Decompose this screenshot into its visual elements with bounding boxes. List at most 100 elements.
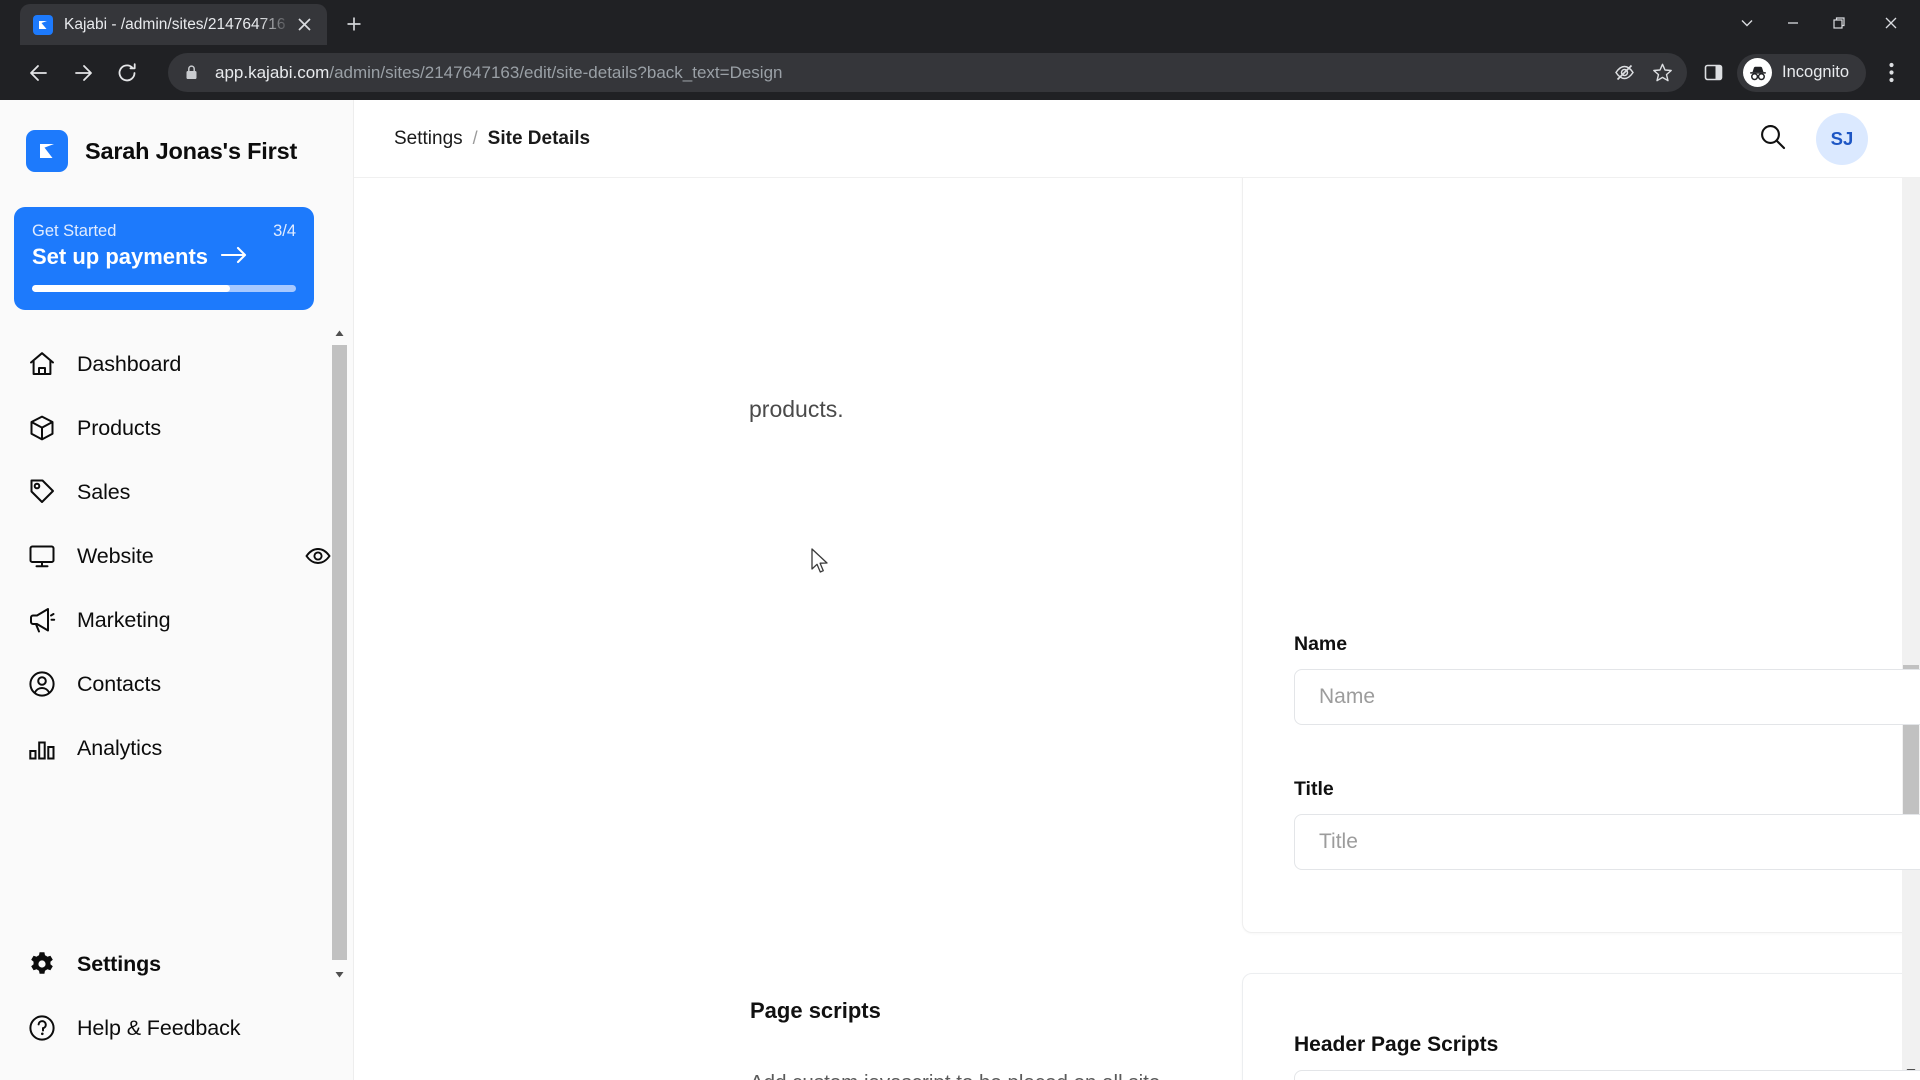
gear-icon: [27, 950, 56, 979]
maximize-icon[interactable]: [1816, 0, 1862, 45]
back-arrow-icon[interactable]: [18, 52, 60, 94]
get-started-card[interactable]: Get Started 3/4 Set up payments: [14, 207, 314, 310]
close-icon[interactable]: [291, 12, 317, 38]
sidebar-item-label: Analytics: [77, 735, 163, 760]
progress-bar-fill: [32, 285, 230, 292]
scroll-down-arrow-icon[interactable]: [331, 966, 348, 983]
box-icon: [27, 414, 56, 443]
sidebar-item-marketing[interactable]: Marketing: [0, 588, 353, 652]
name-input[interactable]: Name: [1294, 669, 1920, 725]
header-page-scripts-textarea[interactable]: Page Scripts Header: [1294, 1070, 1920, 1080]
kajabi-logo-icon: [26, 130, 68, 172]
sidebar-scrollbar[interactable]: [331, 325, 348, 983]
browser-toolbar: app.kajabi.com/admin/sites/2147647163/ed…: [0, 45, 1920, 100]
header-page-scripts-label: Header Page Scripts: [1294, 1033, 1499, 1056]
sidebar-item-help-feedback[interactable]: Help & Feedback: [0, 996, 354, 1060]
tab-title: Kajabi - /admin/sites/214764716: [64, 15, 286, 33]
bar-chart-icon: [27, 734, 56, 763]
content-topbar: Settings / Site Details SJ: [354, 100, 1920, 178]
name-field-group: Name Name: [1294, 633, 1920, 725]
title-field-label: Title: [1294, 778, 1334, 800]
incognito-icon: [1743, 58, 1773, 87]
sidebar-item-dashboard[interactable]: Dashboard: [0, 332, 353, 396]
minimize-icon[interactable]: [1770, 0, 1816, 45]
megaphone-icon: [27, 606, 56, 635]
incognito-badge[interactable]: Incognito: [1737, 53, 1866, 92]
window-controls: [1724, 0, 1920, 45]
scroll-up-arrow-icon[interactable]: [331, 325, 348, 342]
arrow-right-icon: [220, 244, 247, 270]
get-started-count: 3/4: [273, 222, 296, 240]
page-scripts-paragraph-1: Add custom javascript to be placed on al…: [750, 1066, 1190, 1080]
sidebar-item-label: Contacts: [77, 671, 162, 696]
page-scripts-heading: Page scripts: [750, 998, 881, 1023]
page-viewport: Sarah Jonas's First Get Started 3/4 Set …: [0, 100, 1920, 1080]
page-scripts-description: Page scripts Add custom javascript to be…: [750, 998, 1190, 1080]
question-circle-icon: [27, 1014, 56, 1043]
header-page-scripts-group: Header Page Scripts Page Scripts Header …: [1294, 1033, 1920, 1080]
get-started-title: Get Started: [32, 222, 117, 240]
person-circle-icon: [27, 670, 56, 699]
sidebar-item-analytics[interactable]: Analytics: [0, 716, 353, 780]
url-domain: app.kajabi.com: [215, 62, 330, 82]
tab-strip: Kajabi - /admin/sites/214764716: [0, 0, 1920, 45]
tab-search-icon[interactable]: [1724, 0, 1770, 45]
title-field-group: Title Title: [1294, 778, 1920, 870]
monitor-icon: [27, 542, 56, 571]
sidebar-item-label: Help & Feedback: [77, 1015, 241, 1040]
sidebar-item-label: Dashboard: [77, 351, 182, 376]
sidebar-item-label: Settings: [77, 951, 162, 976]
reload-icon[interactable]: [106, 52, 148, 94]
main-content: Settings / Site Details SJ products. Nam…: [354, 100, 1920, 1080]
sidebar-item-contacts[interactable]: Contacts: [0, 652, 353, 716]
sidebar-item-label: Marketing: [77, 607, 171, 632]
sidebar-item-label: Website: [77, 543, 154, 568]
name-field-label: Name: [1294, 633, 1348, 655]
address-bar[interactable]: app.kajabi.com/admin/sites/2147647163/ed…: [168, 53, 1688, 92]
lock-icon[interactable]: [184, 64, 199, 81]
settings-scroll-area: products. Choose an instructor image Rec…: [354, 118, 1920, 1080]
get-started-header: Get Started 3/4: [32, 222, 296, 241]
topbar-actions: SJ: [1759, 112, 1868, 165]
sidebar-item-website[interactable]: Website: [0, 524, 353, 588]
progress-bar-track: [32, 285, 296, 292]
sidebar-item-label: Sales: [77, 479, 131, 504]
page-scrollbar[interactable]: [1902, 100, 1920, 1080]
forward-arrow-icon[interactable]: [62, 52, 104, 94]
kajabi-logo-icon: [33, 14, 53, 35]
breadcrumb-separator: /: [472, 128, 478, 148]
get-started-action[interactable]: Set up payments: [32, 244, 296, 270]
three-dot-menu-icon[interactable]: [1870, 52, 1912, 94]
app-sidebar: Sarah Jonas's First Get Started 3/4 Set …: [0, 100, 354, 1080]
sidebar-item-settings[interactable]: Settings: [0, 932, 354, 996]
tag-icon: [27, 478, 56, 507]
url-path: /admin/sites/2147647163/edit/site-detail…: [329, 62, 783, 82]
home-icon: [27, 350, 56, 379]
window-close-icon[interactable]: [1862, 0, 1920, 45]
title-input[interactable]: Title: [1294, 814, 1920, 870]
sidebar-item-sales[interactable]: Sales: [0, 460, 353, 524]
brand-header[interactable]: Sarah Jonas's First: [0, 120, 353, 172]
search-icon[interactable]: [1759, 123, 1786, 155]
avatar[interactable]: SJ: [1816, 112, 1868, 165]
omnibox-actions: [1607, 56, 1679, 90]
eye-off-icon[interactable]: [1607, 56, 1641, 90]
sidebar-nav: Dashboard Products Sales Website Marketing Co…: [0, 332, 353, 780]
site-name: Sarah Jonas's First: [85, 137, 298, 164]
side-panel-icon[interactable]: [1693, 52, 1733, 94]
breadcrumb-settings[interactable]: Settings: [394, 128, 463, 150]
browser-tab[interactable]: Kajabi - /admin/sites/214764716: [20, 4, 327, 45]
breadcrumb-site-details: Site Details: [487, 127, 591, 149]
sidebar-scrollbar-thumb[interactable]: [332, 345, 347, 960]
get-started-action-label: Set up payments: [32, 244, 209, 269]
incognito-label: Incognito: [1782, 63, 1849, 81]
clipped-paragraph: products.: [749, 396, 844, 422]
new-tab-button[interactable]: [337, 7, 371, 41]
sidebar-item-label: Products: [77, 415, 162, 440]
eye-icon[interactable]: [305, 543, 331, 569]
sidebar-item-products[interactable]: Products: [0, 396, 353, 460]
sidebar-nav-bottom: Settings Help & Feedback: [0, 932, 354, 1060]
browser-window: Kajabi - /admin/sites/214764716 app.kaja…: [0, 0, 1920, 1080]
address-bar-url: app.kajabi.com/admin/sites/2147647163/ed…: [215, 63, 783, 83]
star-icon[interactable]: [1645, 56, 1679, 90]
